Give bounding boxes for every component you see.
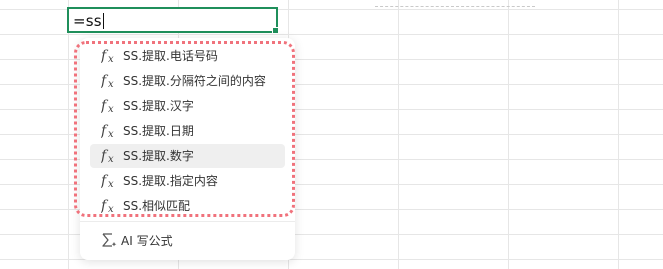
suggestion-label: SS.提取.电话号码 (123, 49, 218, 63)
suggestion-item-selected[interactable]: f x SS.提取.数字 (90, 144, 285, 168)
function-icon: f x (101, 198, 114, 215)
function-icon: f x (101, 98, 114, 115)
grid-top-fragment (375, 0, 535, 7)
fill-handle[interactable] (272, 27, 279, 34)
suggestion-item[interactable]: f x SS.提取.电话号码 (90, 44, 285, 68)
suggestion-label: SS.提取.分隔符之间的内容 (123, 74, 266, 88)
function-icon: f x (101, 148, 114, 165)
sigma-sparkle-icon (102, 233, 117, 247)
suggestion-item[interactable]: f x SS.相似匹配 (90, 194, 285, 218)
svg-text:x: x (108, 54, 114, 65)
suggestion-label: SS.相似匹配 (123, 199, 191, 213)
suggestion-item[interactable]: f x SS.提取.指定内容 (90, 169, 285, 193)
svg-text:x: x (108, 104, 114, 115)
svg-text:x: x (108, 79, 114, 90)
svg-text:x: x (108, 204, 114, 215)
suggestion-label: SS.提取.汉字 (123, 99, 194, 113)
ai-write-formula-label: AI 写公式 (121, 234, 173, 248)
suggestion-label: SS.提取.数字 (123, 149, 194, 163)
function-icon: f x (101, 123, 114, 140)
function-icon: f x (101, 73, 114, 90)
suggestion-label: SS.提取.指定内容 (123, 174, 218, 188)
svg-text:x: x (108, 129, 114, 140)
menu-divider (80, 221, 295, 222)
svg-text:x: x (108, 179, 114, 190)
cell-formula-text: =ss (73, 12, 104, 30)
function-icon: f x (101, 173, 114, 190)
svg-text:x: x (108, 154, 114, 165)
suggestion-item[interactable]: f x SS.提取.分隔符之间的内容 (90, 69, 285, 93)
suggestion-item[interactable]: f x SS.提取.汉字 (90, 94, 285, 118)
cell-formula-editor[interactable]: =ss (67, 7, 279, 34)
ai-write-formula-button[interactable]: AI 写公式 (90, 229, 285, 253)
function-icon: f x (101, 48, 114, 65)
text-caret (102, 13, 104, 29)
suggestion-label: SS.提取.日期 (123, 124, 194, 138)
suggestion-item[interactable]: f x SS.提取.日期 (90, 119, 285, 143)
